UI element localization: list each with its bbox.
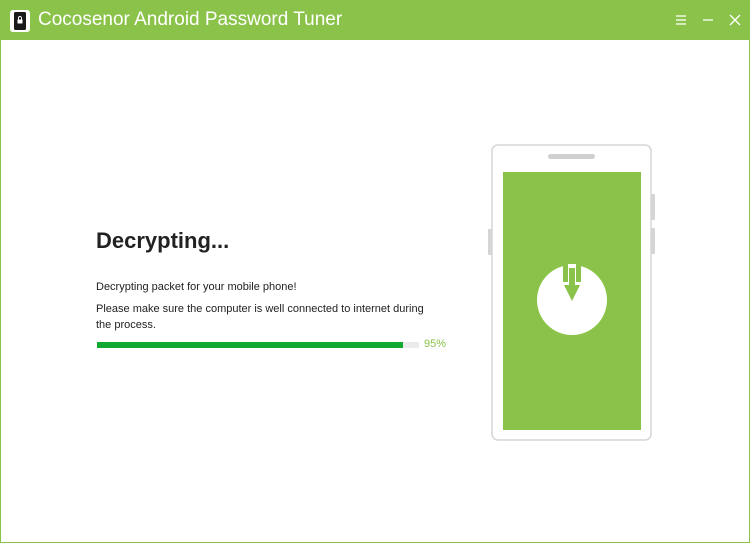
phone-download-icon bbox=[488, 144, 655, 441]
status-heading: Decrypting... bbox=[96, 228, 230, 253]
window-title: Cocosenor Android Password Tuner bbox=[38, 9, 343, 30]
minimize-icon[interactable] bbox=[698, 10, 718, 30]
app-window: Cocosenor Android Password Tuner Decrypt… bbox=[0, 0, 750, 543]
status-message: Decrypting packet for your mobile phone! bbox=[96, 281, 297, 293]
app-logo-icon bbox=[10, 10, 30, 32]
title-bar[interactable]: Cocosenor Android Password Tuner bbox=[1, 1, 749, 40]
progress-bar bbox=[97, 342, 419, 348]
menu-icon[interactable] bbox=[671, 10, 691, 30]
progress-percent: 95% bbox=[424, 338, 447, 350]
close-icon[interactable] bbox=[725, 10, 745, 30]
progress-bar-fill bbox=[97, 342, 403, 348]
connection-notice: Please make sure the computer is well co… bbox=[96, 303, 424, 331]
